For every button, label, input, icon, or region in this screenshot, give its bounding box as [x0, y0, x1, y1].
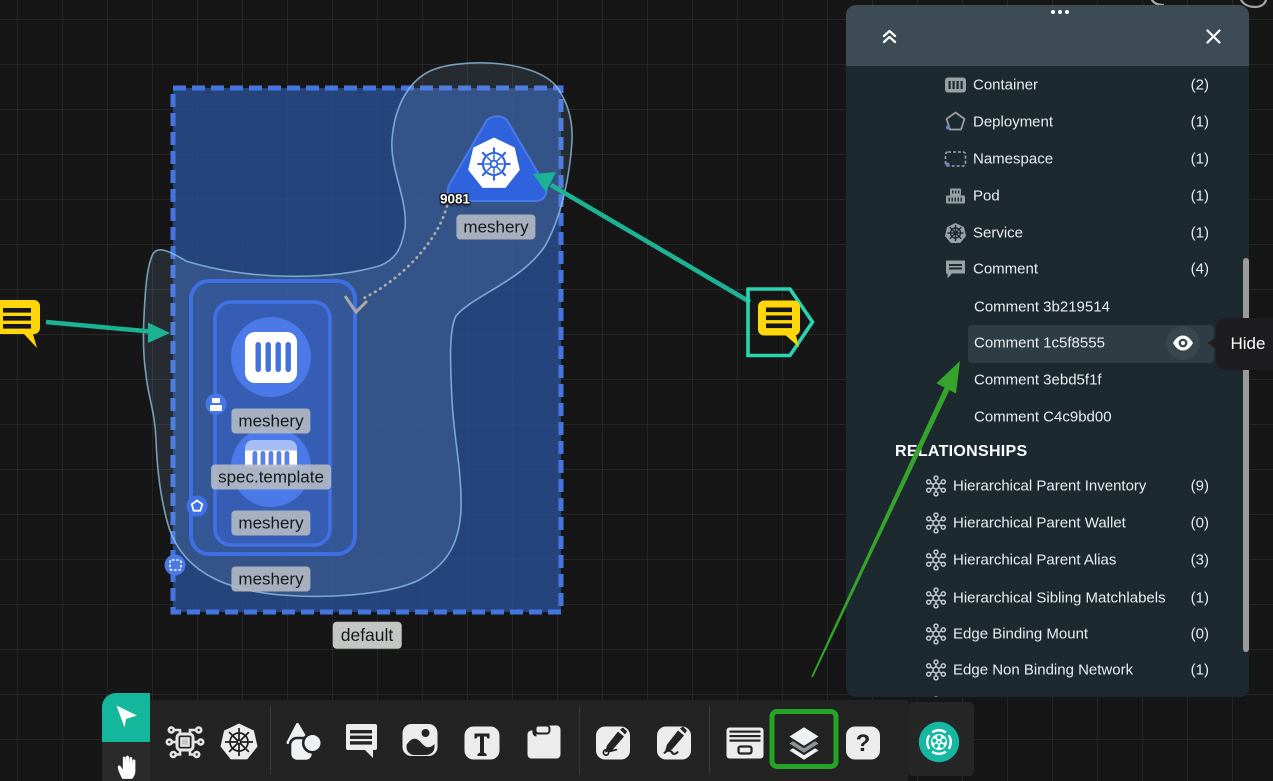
svg-text:?: ?	[856, 730, 871, 757]
